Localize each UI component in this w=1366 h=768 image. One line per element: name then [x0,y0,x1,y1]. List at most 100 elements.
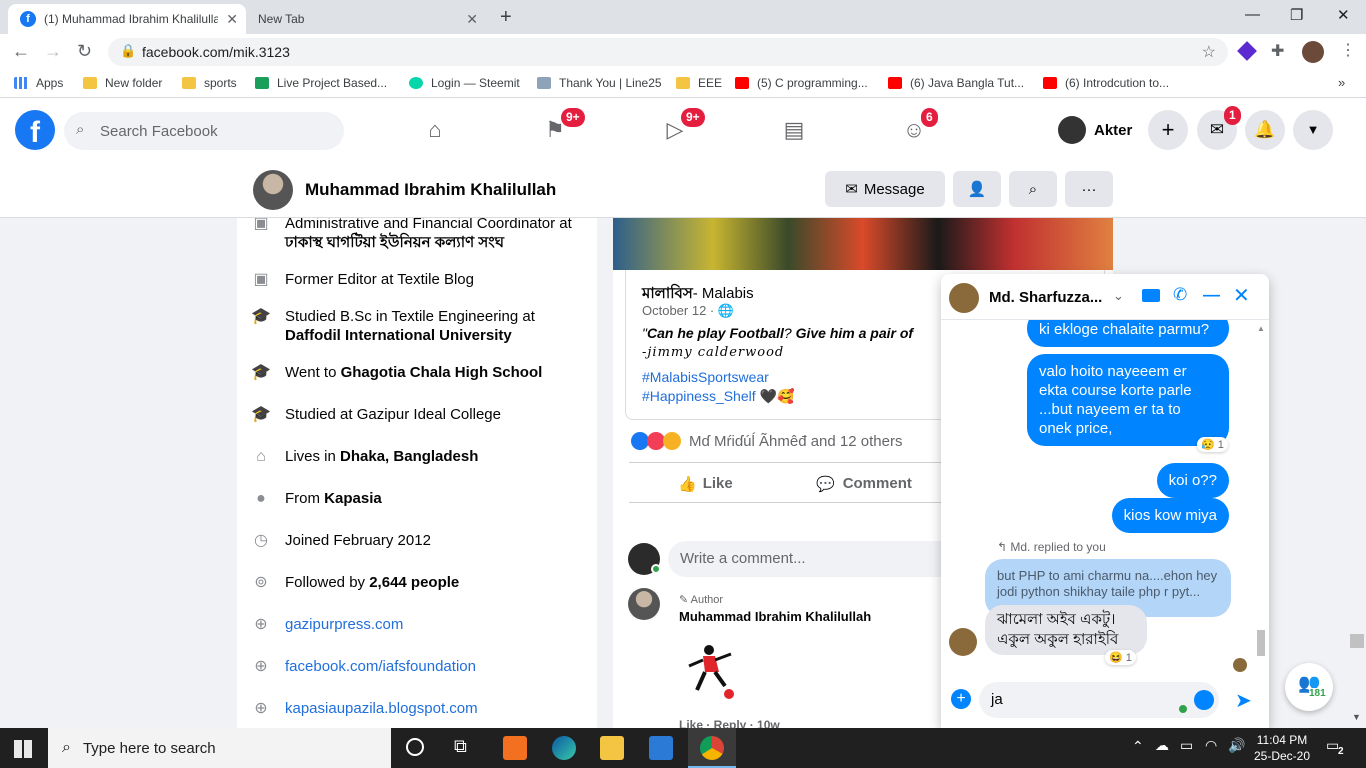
bookmark-live-project[interactable]: Live Project Based... [255,76,387,90]
message-reaction[interactable]: 😥 1 [1197,437,1228,452]
bookmark-sports[interactable]: sports [182,76,237,90]
search-input[interactable]: ⌕ Search Facebook [64,112,344,150]
hashtag-link[interactable]: #Happiness_Shelf [642,388,756,404]
scroll-thumb[interactable] [1257,630,1265,656]
avatar[interactable] [628,588,660,620]
taskbar-search-box[interactable]: ⌕ Type here to search [48,728,391,768]
volume-icon[interactable]: 🔊 [1228,737,1245,754]
reactions-summary[interactable]: Mɗ Mŕiɗúĺ Ãhmêđ and 12 others [631,432,902,450]
xampp-icon[interactable] [503,736,527,760]
more-bookmarks-icon[interactable]: » [1338,75,1345,90]
like-button[interactable]: 👍 Like [678,475,733,493]
chat-scrollbar[interactable]: ▲ [1257,324,1265,664]
battery-icon[interactable]: ▭ [1180,737,1193,754]
forward-arrow-icon[interactable]: → [44,41,62,62]
phone-call-icon[interactable]: ✆ [1173,285,1187,305]
marketplace-icon[interactable]: ▤ [777,113,811,147]
avatar[interactable] [949,628,977,656]
bookmark-apps[interactable]: Apps [14,76,63,90]
bookmark-introduction[interactable]: (6) Introdcution to... [1043,76,1169,90]
page-scroll-down-icon[interactable]: ▼ [1352,712,1361,722]
bookmark-eee[interactable]: EEE [676,76,722,90]
bookmark-new-folder[interactable]: New folder [83,76,162,90]
chrome-menu-icon[interactable]: ⋮ [1340,40,1356,60]
close-chat-icon[interactable]: ✕ [1233,283,1250,308]
user-profile-link[interactable]: Akter [1050,112,1132,148]
website-link[interactable]: kapasiaupazila.blogspot.com [285,699,478,719]
tab-facebook[interactable]: f (1) Muhammad Ibrahim Khalilulla ✕ [8,4,246,34]
tab-new-tab[interactable]: New Tab ✕ [246,4,486,34]
page-scroll-thumb[interactable] [1350,634,1364,648]
message-button[interactable]: ✉ Message [825,171,945,207]
reload-icon[interactable]: ↻ [77,41,92,62]
add-attachment-icon[interactable]: + [951,689,971,709]
work-org-link[interactable]: Textile Blog [397,271,474,288]
account-menu-icon[interactable]: ▼ [1293,110,1333,150]
more-options-button[interactable]: ··· [1065,171,1113,207]
scroll-up-icon[interactable]: ▲ [1257,324,1265,333]
notifications-bell-icon[interactable]: 🔔 [1245,110,1285,150]
minimize-window-icon[interactable]: — [1245,6,1260,23]
edu-org-link[interactable]: Daffodil International University [285,327,512,344]
edge-icon[interactable] [552,736,576,760]
search-profile-button[interactable]: ⌕ [1009,171,1057,207]
video-call-icon[interactable] [1142,289,1160,302]
friend-status-button[interactable]: 👤 [953,171,1001,207]
message-reaction[interactable]: 😆 1 [1105,650,1136,665]
followers-link[interactable]: 2,644 people [369,574,459,591]
chevron-down-icon[interactable]: ⌄ [1113,288,1124,304]
chat-contact-name[interactable]: Md. Sharfuzza... [989,289,1102,306]
website-link[interactable]: gazipurpress.com [285,615,403,635]
place-link[interactable]: Kapasia [324,490,382,507]
outgoing-message[interactable]: ki ekloge chalaite parmu? [1027,320,1229,347]
incoming-message[interactable]: ঝামেলা অইব একটু। একুল অকুল হারাইবি [985,605,1147,655]
avatar[interactable] [949,283,979,313]
close-tab-icon[interactable]: ✕ [226,11,238,28]
outgoing-message[interactable]: kios kow miya [1111,498,1229,533]
comment-button[interactable]: 💬 Comment [816,475,912,493]
site-icon [255,77,269,89]
taskbar-clock[interactable]: 11:04 PM 25-Dec-20 [1252,732,1312,764]
chrome-taskbar-button[interactable] [688,728,736,768]
home-icon[interactable]: ⌂ [418,113,452,147]
maximize-window-icon[interactable]: ❐ [1290,6,1303,24]
back-arrow-icon[interactable]: ← [12,41,30,62]
bookmark-java-bangla[interactable]: (6) Java Bangla Tut... [888,76,1024,90]
bookmark-c-programming[interactable]: (5) C programming... [735,76,868,90]
cortana-icon[interactable] [406,738,424,756]
profile-avatar[interactable] [1302,41,1324,63]
bookmark-star-icon[interactable]: ☆ [1202,42,1216,62]
comment-actions[interactable]: Like · Reply · 10w [679,718,780,728]
place-link[interactable]: Dhaka, Bangladesh [340,448,478,465]
hashtag-link[interactable]: #MalabisSportswear [642,369,769,385]
profile-avatar[interactable] [253,170,293,210]
extensions-puzzle-icon[interactable]: ✚ [1271,41,1284,61]
minimize-chat-icon[interactable]: — [1203,285,1220,305]
shared-post-image[interactable] [613,218,1113,270]
windows-start-icon[interactable] [14,740,32,758]
extension-icon[interactable] [1237,41,1257,61]
send-icon[interactable]: ➤ [1235,688,1252,713]
create-button[interactable]: + [1148,110,1188,150]
url-field[interactable]: 🔒 facebook.com/mik.3123 ☆ [108,38,1228,66]
outgoing-message[interactable]: koi o?? [1156,463,1229,498]
bookmark-steemit[interactable]: Login — Steemit [409,76,520,90]
facebook-logo-icon[interactable]: f [15,110,55,150]
edu-org-link[interactable]: Ghagotia Chala High School [341,364,543,381]
onedrive-cloud-icon[interactable]: ☁ [1155,737,1169,754]
bookmark-line25[interactable]: Thank You | Line25 [537,76,662,90]
emoji-icon[interactable] [1194,690,1214,710]
wifi-icon[interactable]: ◠ [1205,737,1217,754]
file-explorer-icon[interactable] [600,736,624,760]
new-message-button[interactable]: 👥 181 [1285,663,1333,711]
close-window-icon[interactable]: ✕ [1337,6,1350,24]
show-hidden-icons-icon[interactable]: ⌃ [1132,738,1144,755]
close-tab-icon[interactable]: ✕ [466,11,478,28]
comment-author[interactable]: Muhammad Ibrahim Khalilullah [679,609,871,624]
vscode-icon[interactable] [649,736,673,760]
website-link[interactable]: facebook.com/iafsfoundation [285,657,476,677]
new-tab-button[interactable]: + [500,6,512,29]
task-view-icon[interactable]: ⧉ [454,736,467,757]
work-org-link[interactable]: ঢাকাস্থ ঘাগটিয়া ইউনিয়ন কল্যাণ সংঘ [285,234,504,251]
outgoing-message[interactable]: valo hoito nayeeem er ekta course korte … [1027,354,1229,446]
